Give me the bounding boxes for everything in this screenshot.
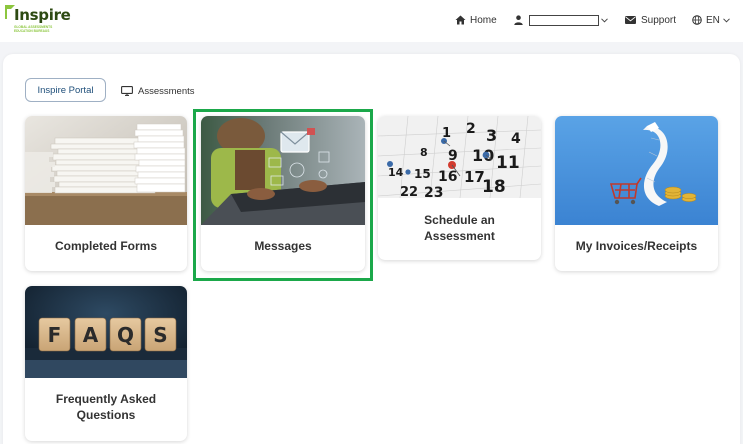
- user-select-field[interactable]: [529, 14, 599, 26]
- nav-support-link[interactable]: Support: [625, 12, 676, 28]
- card-label: Frequently Asked Questions: [55, 392, 157, 422]
- receipt-cart-image: [555, 116, 718, 225]
- language-label: EN: [706, 14, 720, 26]
- faq-letter: Q: [117, 323, 134, 347]
- breadcrumb-inspire-portal[interactable]: Inspire Portal: [25, 78, 106, 102]
- selection-highlight: [193, 109, 373, 281]
- calendar-number: 2: [466, 121, 476, 137]
- logo-tagline: GLOBAL ASSESSMENTS EDUCATION BUREAUS: [14, 25, 53, 33]
- calendar-number: 8: [420, 146, 428, 159]
- card-faqs[interactable]: F A Q S Frequently Asked Questions: [25, 286, 187, 441]
- calendar-number: 16: [438, 169, 457, 185]
- calendar-pins-image: 1 2 3 4 8 9 10 11 14 15 16 17 18 22 23: [378, 116, 541, 198]
- faq-letter: A: [83, 323, 99, 347]
- top-bar: Inspire GLOBAL ASSESSMENTS EDUCATION BUR…: [0, 0, 743, 42]
- nav-language-select[interactable]: EN: [692, 12, 730, 28]
- user-icon: [514, 15, 523, 25]
- breadcrumb-assessments[interactable]: Assessments: [121, 84, 195, 98]
- card-label: My Invoices/Receipts: [575, 239, 698, 253]
- monitor-icon: [121, 86, 133, 96]
- assessments-label: Assessments: [138, 85, 195, 97]
- calendar-number: 18: [482, 177, 506, 197]
- faq-letter: F: [48, 323, 62, 347]
- calendar-number: 23: [424, 185, 443, 198]
- globe-icon: [692, 15, 702, 25]
- card-label: Schedule an Assessment: [424, 213, 495, 243]
- calendar-number: 22: [400, 185, 418, 198]
- card-invoices-receipts[interactable]: My Invoices/Receipts: [555, 116, 718, 271]
- chevron-down-icon: [723, 17, 730, 23]
- faq-letter: S: [153, 323, 167, 347]
- calendar-number: 3: [486, 126, 497, 145]
- calendar-number: 14: [388, 166, 404, 179]
- calendar-number: 4: [511, 131, 521, 147]
- stacked-papers-image: [25, 116, 187, 225]
- card-completed-forms[interactable]: Completed Forms: [25, 116, 187, 271]
- inspire-logo[interactable]: Inspire GLOBAL ASSESSMENTS EDUCATION BUR…: [4, 4, 71, 38]
- nav-user-menu[interactable]: [514, 12, 608, 28]
- faqs-blocks-image: F A Q S: [25, 286, 187, 378]
- calendar-number: 15: [414, 167, 431, 181]
- logo-wordmark: Inspire: [14, 6, 71, 24]
- envelope-icon: [625, 16, 636, 24]
- support-label: Support: [641, 14, 677, 26]
- chevron-down-icon: [601, 17, 608, 23]
- nav-home-link[interactable]: Home: [455, 12, 497, 28]
- card-label: Completed Forms: [54, 239, 157, 253]
- calendar-number: 11: [496, 153, 520, 173]
- card-schedule-assessment[interactable]: 1 2 3 4 8 9 10 11 14 15 16 17 18 22 23: [378, 116, 541, 260]
- home-icon: [455, 15, 466, 25]
- home-label: Home: [470, 14, 497, 26]
